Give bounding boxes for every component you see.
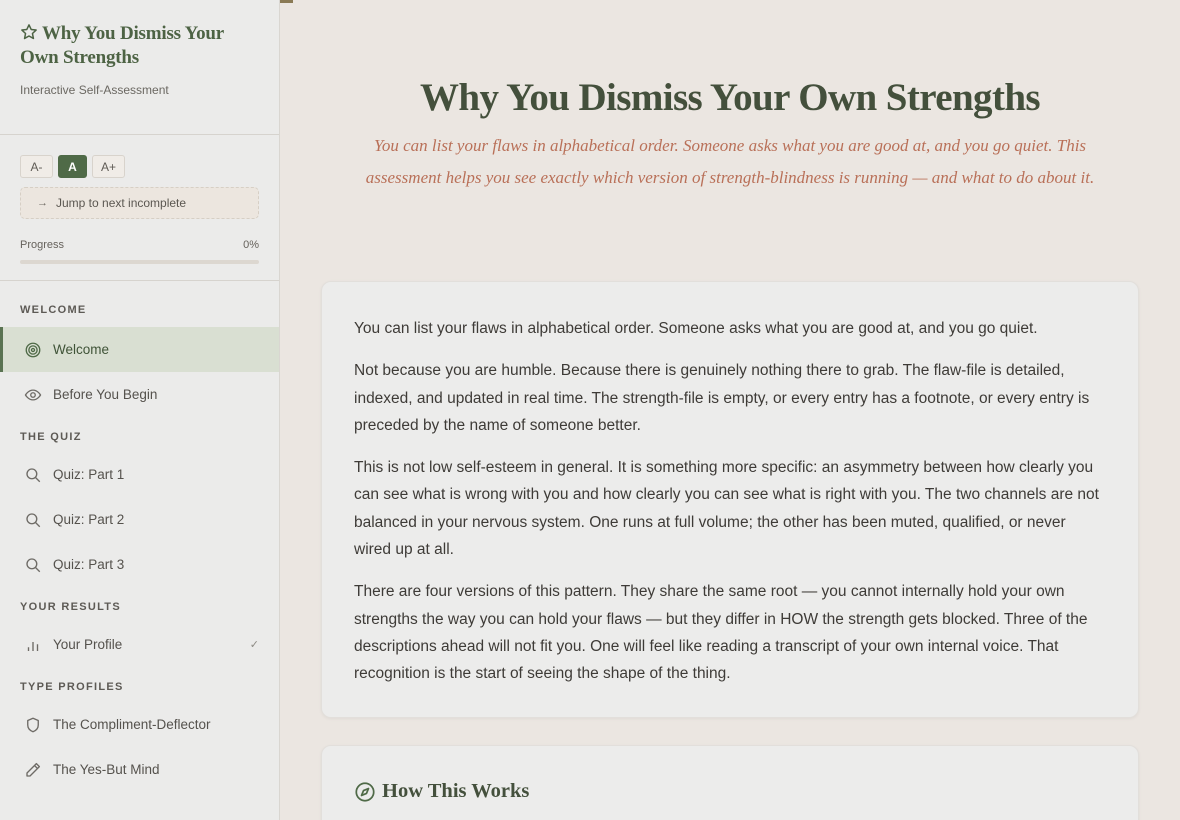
nav-section-the-quiz: THE QUIZ bbox=[20, 431, 82, 443]
target-icon bbox=[25, 342, 41, 357]
how-this-works-title: How This Works bbox=[382, 780, 530, 802]
top-accent-bar bbox=[280, 0, 293, 3]
intro-card: You can list your flaws in alphabetical … bbox=[321, 281, 1139, 718]
progress-value: 0% bbox=[243, 239, 259, 251]
arrow-right-icon: → bbox=[37, 197, 48, 209]
jump-to-incomplete-button[interactable]: → Jump to next incomplete bbox=[20, 187, 259, 219]
intro-paragraph: You can list your flaws in alphabetical … bbox=[354, 320, 1038, 337]
brand-subtitle: Interactive Self-Assessment bbox=[20, 83, 169, 97]
progress-header: Progress 0% bbox=[20, 239, 259, 251]
sidebar-item-before-you-begin[interactable]: Before You Begin bbox=[0, 372, 279, 417]
sidebar-item-quiz-part-2[interactable]: Quiz: Part 2 bbox=[0, 497, 279, 542]
brand-header: Why You Dismiss Your Own Strengths Inter… bbox=[0, 0, 279, 135]
nav-section-type-profiles: TYPE PROFILES bbox=[20, 681, 124, 693]
progress-label: Progress bbox=[20, 239, 65, 251]
search-icon bbox=[26, 512, 41, 527]
compass-icon bbox=[355, 781, 375, 802]
progress-bar bbox=[20, 260, 259, 264]
pencil-icon bbox=[26, 762, 41, 777]
sidebar-item-label: Your Profile bbox=[53, 637, 123, 652]
jump-label: Jump to next incomplete bbox=[56, 196, 187, 210]
search-icon bbox=[26, 467, 41, 482]
nav-section-your-results: YOUR RESULTS bbox=[20, 601, 121, 613]
font-size-controls: A- A A+ bbox=[20, 155, 259, 178]
sidebar-item-label: The Yes-But Mind bbox=[53, 762, 160, 777]
sidebar-item-label: Quiz: Part 2 bbox=[53, 512, 125, 527]
how-this-works-card: How This Works bbox=[321, 745, 1139, 820]
brand-title[interactable]: Why You Dismiss Your Own Strengths bbox=[20, 22, 259, 70]
sidebar-item-label: Quiz: Part 1 bbox=[53, 467, 125, 482]
sidebar: Why You Dismiss Your Own Strengths Inter… bbox=[0, 0, 280, 820]
search-icon bbox=[26, 557, 41, 572]
intro-paragraph: Not because you are humble. Because ther… bbox=[354, 362, 1090, 434]
intro-paragraph: There are four versions of this pattern.… bbox=[354, 583, 1088, 683]
shield-icon bbox=[27, 717, 39, 732]
brand-title-text: Why You Dismiss Your Own Strengths bbox=[20, 23, 224, 68]
font-normal-button[interactable]: A bbox=[58, 155, 87, 178]
bar-chart-icon bbox=[27, 641, 39, 651]
star-icon bbox=[21, 24, 37, 40]
page-subtitle: You can list your flaws in alphabetical … bbox=[365, 136, 1095, 187]
sidebar-item-label: Welcome bbox=[53, 342, 110, 357]
sidebar-item-welcome[interactable]: Welcome bbox=[0, 327, 279, 372]
font-increase-button[interactable]: A+ bbox=[92, 155, 126, 178]
sidebar-item-label: Quiz: Part 3 bbox=[53, 557, 125, 572]
sidebar-item-compliment-deflector[interactable]: The Compliment-Deflector bbox=[0, 702, 279, 747]
how-this-works-heading: How This Works bbox=[354, 780, 1106, 803]
sidebar-item-quiz-part-1[interactable]: Quiz: Part 1 bbox=[0, 452, 279, 497]
font-decrease-button[interactable]: A- bbox=[20, 155, 53, 178]
sidebar-item-label: The Compliment-Deflector bbox=[53, 717, 211, 732]
nav-section-welcome: WELCOME bbox=[20, 304, 87, 316]
check-icon: ✓ bbox=[249, 639, 259, 651]
sidebar-item-yes-but-mind[interactable]: The Yes-But Mind bbox=[0, 747, 279, 792]
controls-panel: A- A A+ → Jump to next incomplete Progre… bbox=[0, 135, 279, 281]
main-content: Why You Dismiss Your Own Strengths You c… bbox=[280, 0, 1180, 820]
sidebar-item-quiz-part-3[interactable]: Quiz: Part 3 bbox=[0, 542, 279, 587]
intro-paragraph: This is not low self-esteem in general. … bbox=[354, 459, 1099, 559]
page-title: Why You Dismiss Your Own Strengths bbox=[420, 76, 1041, 119]
sidebar-nav: WELCOME Welcome Before You Begin THE QUI… bbox=[0, 281, 279, 792]
sidebar-item-your-profile[interactable]: Your Profile ✓ bbox=[0, 622, 279, 667]
eye-icon bbox=[24, 388, 42, 401]
sidebar-item-label: Before You Begin bbox=[53, 387, 158, 402]
